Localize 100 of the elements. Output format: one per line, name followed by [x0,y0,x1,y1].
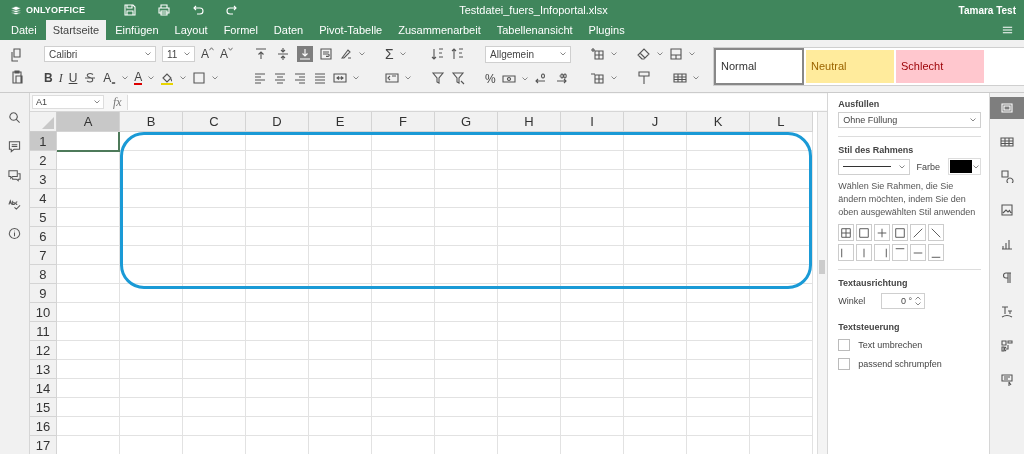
row-header[interactable]: 8 [29,265,57,284]
font-name-dropdown[interactable]: Calibri [44,46,156,62]
insert-cells-icon[interactable] [591,47,606,61]
increase-font-button[interactable]: A [201,47,214,61]
subscript-button[interactable]: A [103,71,117,85]
fill-dropdown[interactable]: Ohne Füllung [838,112,981,128]
function-button[interactable]: fx [107,94,128,110]
align-left-icon[interactable] [253,71,268,85]
decrease-font-button[interactable]: A [220,47,234,61]
row-header[interactable]: 9 [29,284,57,303]
angle-spinner[interactable]: 0 ° [881,293,926,309]
column-header[interactable]: D [245,112,309,132]
table-icon[interactable] [1000,135,1014,149]
align-middle-icon[interactable] [276,47,291,61]
text-orientation-icon[interactable] [339,47,354,61]
column-header[interactable]: A [56,112,120,132]
column-header[interactable]: G [434,112,498,132]
eraser-icon[interactable] [637,47,652,61]
align-top-icon[interactable] [254,47,269,61]
row-header[interactable]: 11 [29,322,57,341]
row-header[interactable]: 6 [29,227,57,246]
save-icon[interactable] [123,3,138,17]
align-center-icon[interactable] [273,71,288,85]
row-header[interactable]: 7 [29,246,57,265]
selected-cell[interactable] [56,132,120,152]
insert-function-icon[interactable] [385,71,400,85]
paste-icon[interactable] [10,70,24,84]
row-header[interactable]: 1 [29,132,57,151]
column-header[interactable]: B [119,112,183,132]
ribbon-tab[interactable]: Pivot-Tabelle [312,20,390,40]
row-header[interactable]: 17 [29,436,57,454]
all-borders-icon[interactable] [840,226,853,239]
row-header[interactable]: 4 [29,189,57,208]
chart-icon[interactable] [1000,237,1014,251]
format-as-table-icon[interactable] [673,71,688,85]
filter-icon[interactable] [431,71,446,85]
undo-icon[interactable] [191,3,206,17]
merge-cells-icon[interactable] [333,71,348,85]
diagonal-down-icon[interactable] [930,226,943,239]
line-style-dropdown[interactable] [838,158,911,175]
strikethrough-icon[interactable] [83,71,98,85]
ribbon-tab[interactable]: Formel [216,20,265,40]
outer-border-icon[interactable] [894,226,907,239]
row-header[interactable]: 12 [29,341,57,360]
pivot-table-icon[interactable] [1000,339,1014,353]
align-bottom-icon[interactable] [298,47,313,61]
decrease-decimal-icon[interactable] [533,71,548,86]
column-header[interactable]: C [182,112,246,132]
paint-roller-icon[interactable] [637,71,652,85]
justify-icon[interactable] [313,71,328,85]
ribbon-tab[interactable]: Plugins [581,20,632,40]
ribbon-tab[interactable]: Einfügen [108,20,166,40]
chat-icon[interactable] [8,169,21,182]
search-icon[interactable] [8,111,21,124]
cell-settings-icon[interactable] [1000,101,1014,115]
align-right-icon[interactable] [293,71,308,85]
formula-input-field[interactable] [127,94,828,110]
sort-ascending-icon[interactable] [431,47,446,61]
row-header[interactable]: 2 [29,151,57,170]
conditional-format-icon[interactable] [669,47,684,61]
checkbox[interactable] [838,339,851,351]
paragraph-icon[interactable] [1000,271,1014,285]
text-art-icon[interactable] [1000,305,1014,319]
delete-cells-icon[interactable] [591,71,606,85]
bold-button[interactable]: B [44,71,53,85]
border-color-picker[interactable] [948,158,981,175]
diagonal-up-icon[interactable] [912,226,925,239]
ribbon-tab[interactable]: Datei [4,20,44,40]
borders-icon[interactable] [192,71,207,85]
italic-button[interactable]: I [58,71,63,85]
row-header[interactable]: 13 [29,360,57,379]
cell-style-preset[interactable]: Schlecht [896,49,985,83]
shapes-icon[interactable] [1000,169,1014,183]
cell-reference-field[interactable]: A1 [31,95,104,109]
cell-style-preset[interactable]: Neutral [806,49,895,83]
row-header[interactable]: 15 [29,398,57,417]
wrap-text-icon[interactable] [319,47,334,61]
column-header[interactable]: H [497,112,561,132]
ribbon-tab[interactable]: Layout [167,20,215,40]
no-borders-icon[interactable] [858,226,871,239]
image-icon[interactable] [1000,203,1014,217]
row-header[interactable]: 16 [29,417,57,436]
percent-button[interactable]: % [485,71,496,86]
sort-descending-icon[interactable] [451,47,466,61]
ribbon-tab[interactable]: Daten [266,20,311,40]
column-header[interactable]: K [686,112,750,132]
autosum-button[interactable]: Σ [385,47,394,61]
spellcheck-icon[interactable] [8,198,21,211]
row-header[interactable]: 10 [29,303,57,322]
number-format-dropdown[interactable]: Allgemein [485,45,572,63]
comment-icon[interactable] [8,140,21,153]
inner-borders-icon[interactable] [876,226,889,239]
column-header[interactable]: F [371,112,435,132]
info-icon[interactable] [8,227,21,240]
ribbon-tab[interactable]: Zusammenarbeit [391,20,488,40]
copy-icon[interactable] [10,48,24,62]
column-header[interactable]: J [623,112,687,132]
column-header[interactable]: E [308,112,372,132]
fill-color-icon[interactable] [160,71,175,85]
vertical-scrollbar[interactable] [817,112,828,454]
